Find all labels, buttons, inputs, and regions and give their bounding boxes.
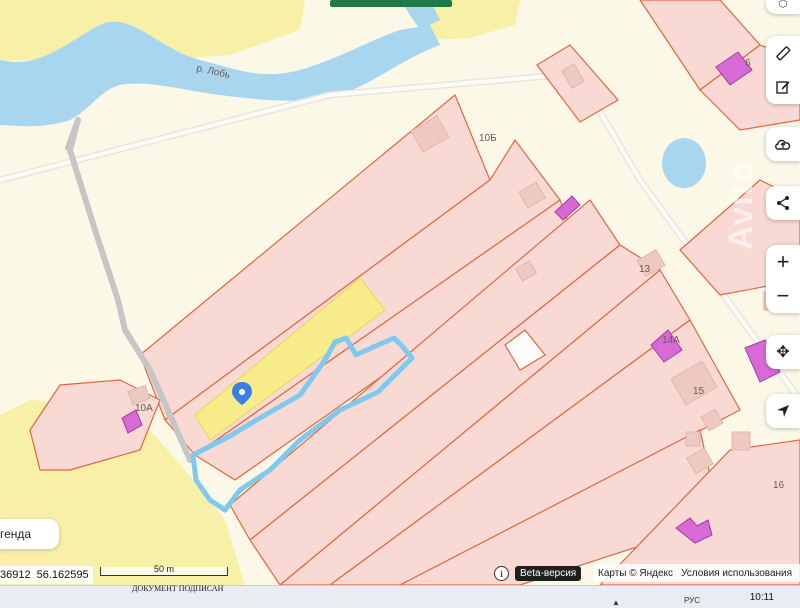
parcel-number: 16 bbox=[773, 480, 785, 491]
legend-button[interactable]: генда bbox=[0, 519, 59, 549]
ruler-button[interactable] bbox=[766, 36, 800, 70]
share-icon bbox=[777, 196, 789, 210]
legend-label: генда bbox=[0, 527, 32, 541]
copyright-bar: Карты © Яндекс Условия использования bbox=[594, 564, 800, 582]
tray-arrow-icon[interactable]: ▲ bbox=[612, 598, 620, 607]
location-marker-dot bbox=[239, 389, 245, 395]
ruler-icon bbox=[776, 46, 791, 61]
house bbox=[731, 431, 751, 451]
parcel-number: 13 bbox=[639, 264, 651, 275]
zoom-in-icon: + bbox=[776, 249, 790, 274]
document-text: ДОКУМЕНТ ПОДПИСАН bbox=[132, 584, 224, 593]
parcel-number: 15 bbox=[693, 386, 705, 397]
layers-icon: ⬡ bbox=[778, 0, 788, 10]
house bbox=[685, 431, 701, 447]
zoom-out-button[interactable]: − bbox=[766, 279, 800, 313]
watermark: Avito bbox=[722, 161, 760, 250]
taskbar bbox=[0, 585, 800, 608]
tool-panel-top bbox=[766, 36, 800, 104]
cloud-upload-icon bbox=[775, 139, 791, 150]
parcel-number: 10Б bbox=[479, 133, 497, 144]
clock[interactable]: 10:11 bbox=[750, 592, 774, 603]
layers-button[interactable]: ⬡ bbox=[766, 0, 800, 14]
coord-lon: 56.162595 bbox=[36, 569, 89, 581]
upload-button[interactable] bbox=[766, 127, 800, 161]
coord-lat: 36912 bbox=[0, 569, 31, 581]
edit-icon bbox=[776, 81, 790, 94]
locate-icon bbox=[777, 405, 789, 417]
scale-bar: 50 m bbox=[100, 564, 228, 581]
coordinates-bar: 36912 56.162595 bbox=[0, 566, 93, 584]
parcel-number: 10А bbox=[135, 403, 153, 414]
copyright-text[interactable]: Карты © Яндекс bbox=[598, 568, 673, 579]
share-button[interactable] bbox=[766, 186, 800, 220]
parcel-number: 6 bbox=[745, 58, 751, 69]
beta-badge[interactable]: Beta-версия bbox=[515, 566, 582, 581]
locate-button[interactable] bbox=[766, 394, 800, 428]
zoom-in-button[interactable]: + bbox=[766, 245, 800, 279]
edit-button[interactable] bbox=[766, 70, 800, 104]
move-button[interactable]: ✥ bbox=[766, 335, 800, 369]
pond bbox=[662, 138, 706, 188]
move-icon: ✥ bbox=[776, 344, 790, 361]
language-indicator[interactable]: РУС bbox=[684, 596, 700, 605]
parcel-number: 14А bbox=[662, 335, 680, 346]
scale-label: 50 m bbox=[153, 564, 174, 574]
info-icon[interactable]: i bbox=[494, 566, 509, 581]
zoom-control: + − bbox=[766, 245, 800, 313]
top-toolbar-fragment[interactable] bbox=[330, 0, 452, 7]
terms-link[interactable]: Условия использования bbox=[681, 568, 792, 579]
zoom-out-icon: − bbox=[776, 283, 790, 308]
map-canvas[interactable]: р. Лобь 10Б 10А 13 14А 15 16 6 bbox=[0, 0, 800, 607]
